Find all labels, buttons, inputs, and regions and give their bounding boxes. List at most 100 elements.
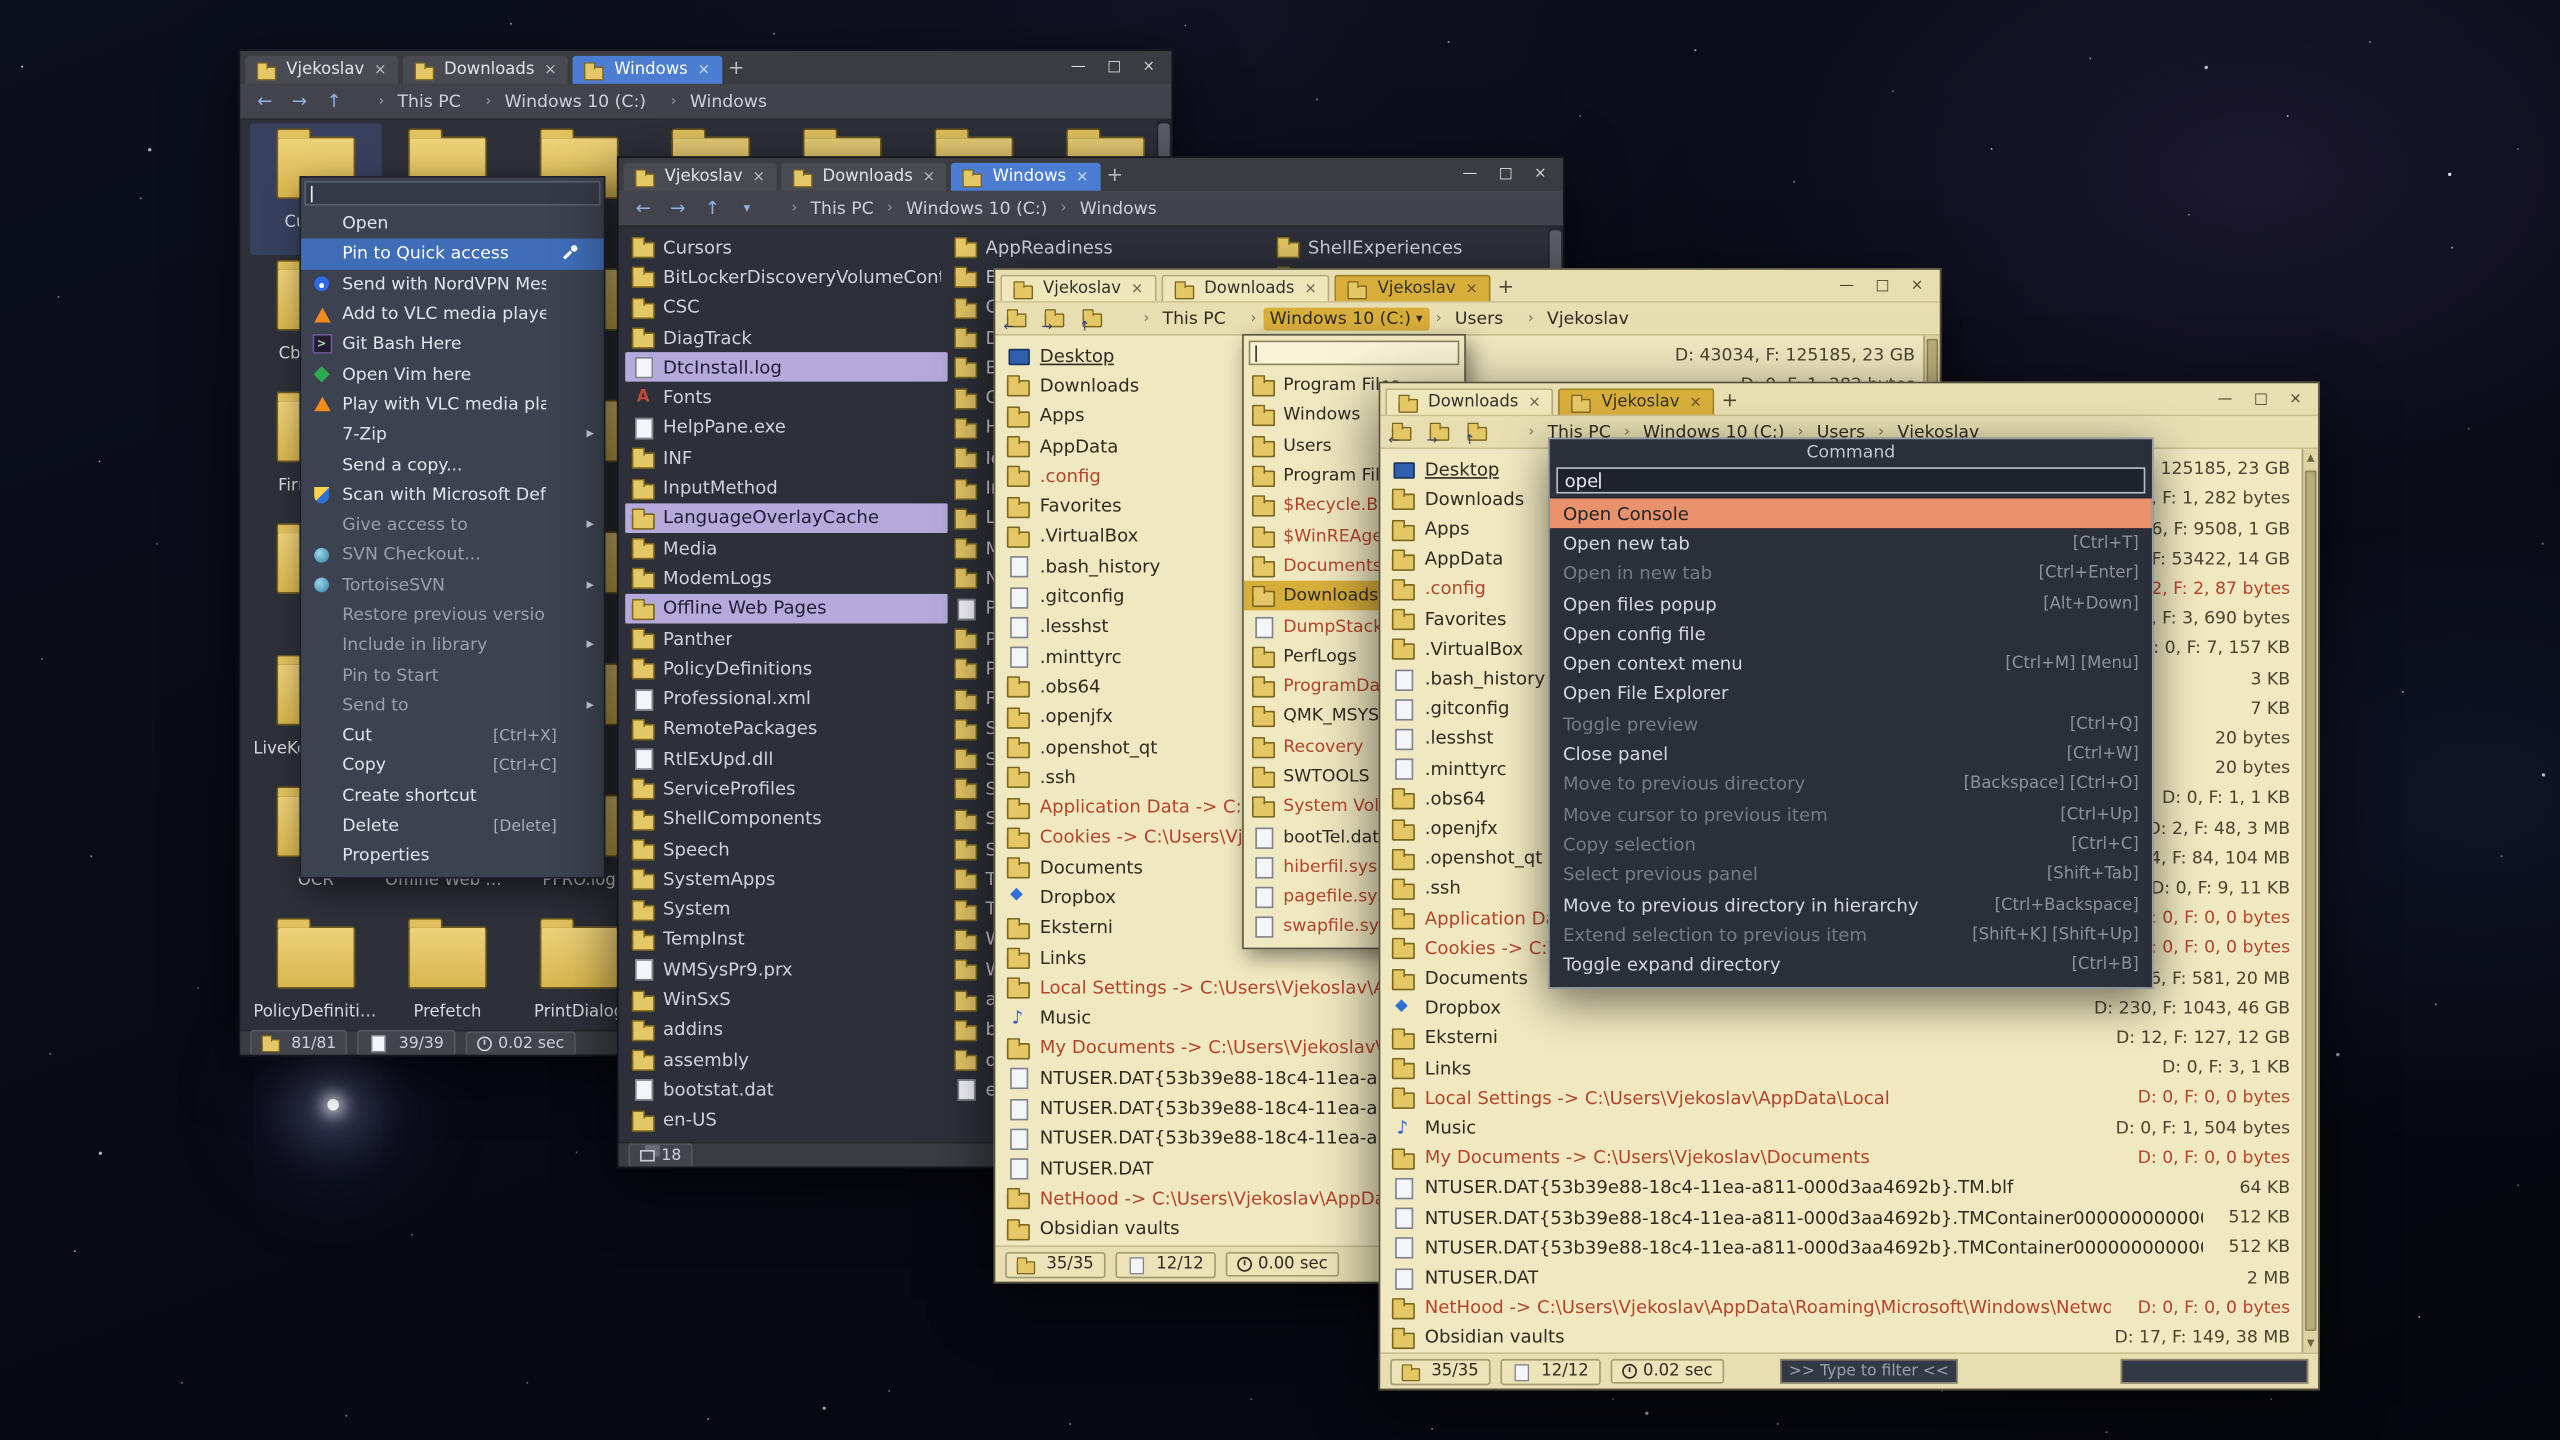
file-row[interactable]: WinSxS <box>625 985 947 1015</box>
context-menu-item[interactable]: 7-Zip ▸ <box>301 420 604 450</box>
palette-command-item[interactable]: Copy selection [Ctrl+C] <box>1550 830 2152 860</box>
file-row[interactable]: Cursors <box>625 232 947 262</box>
palette-command-item[interactable]: Open config file <box>1550 619 2152 649</box>
close-button[interactable]: × <box>1911 277 1923 293</box>
file-row[interactable]: DtcInstall.log <box>625 352 947 382</box>
palette-command-item[interactable]: Toggle expand directory [Ctrl+B] <box>1550 950 2152 980</box>
scroll-up-arrow[interactable]: ▲ <box>2303 449 2318 467</box>
tab[interactable]: Vjekoslav × <box>624 163 777 191</box>
forward-button[interactable]: → <box>665 197 691 218</box>
file-row[interactable]: Obsidian vaults D: 17, F: 149, 38 MB <box>1384 1323 2299 1353</box>
palette-command-item[interactable]: Select previous panel [Shift+Tab] <box>1550 860 2152 890</box>
context-menu-item[interactable]: Add to VLC media player's Playlist ▸ <box>301 299 604 329</box>
palette-command-item[interactable]: Close panel [Ctrl+W] <box>1550 739 2152 769</box>
up-button[interactable]: ↑ <box>1083 307 1113 330</box>
palette-command-item[interactable]: Open in new tab [Ctrl+Enter] <box>1550 559 2152 589</box>
breadcrumb-item[interactable]: This PC ▾ <box>391 90 479 113</box>
file-row[interactable]: ServiceProfiles <box>625 774 947 804</box>
breadcrumb-item[interactable]: Windows <box>1073 197 1163 220</box>
file-row[interactable]: LanguageOverlayCache <box>625 503 947 533</box>
file-row[interactable]: CSC <box>625 292 947 322</box>
breadcrumb-item[interactable]: This PC <box>804 197 880 220</box>
context-menu-item[interactable]: Restore previous versions ▸ <box>301 600 604 630</box>
file-row[interactable]: Media <box>625 533 947 563</box>
filter-input[interactable]: >> Type to filter << <box>1780 1359 1958 1384</box>
back-button[interactable]: ← <box>1392 420 1422 443</box>
file-row[interactable]: addins <box>625 1015 947 1045</box>
palette-command-item[interactable]: Open new tab [Ctrl+T] <box>1550 529 2152 559</box>
palette-command-item[interactable]: Open Console <box>1550 498 2152 528</box>
breadcrumb-item[interactable]: Users ▾ <box>1448 307 1521 330</box>
file-row[interactable]: en-US <box>625 1105 947 1135</box>
scroll-down-arrow[interactable]: ▼ <box>2303 1334 2318 1352</box>
context-menu-item[interactable]: Cut [Ctrl+X] ▸ <box>301 721 604 751</box>
file-row[interactable]: Dropbox D: 230, F: 1043, 46 GB <box>1384 993 2299 1023</box>
palette-command-item[interactable]: Move to previous directory [Backspace] [… <box>1550 769 2152 799</box>
context-menu-item[interactable]: Pin to Start ▸ <box>301 660 604 690</box>
context-menu-item[interactable]: SVN Checkout... ▸ <box>301 540 604 570</box>
tab[interactable]: Downloads × <box>1385 388 1554 414</box>
file-row[interactable]: Fonts <box>625 382 947 412</box>
context-menu-filter-input[interactable] <box>304 181 600 206</box>
forward-button[interactable]: → <box>286 90 312 111</box>
tab[interactable]: Downloads × <box>781 163 946 191</box>
file-row[interactable]: NTUSER.DAT{53b39e88-18c4-11ea-a811-000d3… <box>1384 1173 2299 1203</box>
file-row[interactable]: Music D: 0, F: 1, 504 bytes <box>1384 1113 2299 1143</box>
tab[interactable]: Vjekoslav × <box>1000 275 1156 301</box>
breadcrumb-item[interactable]: Windows 10 (C:) ▾ <box>1263 307 1429 330</box>
back-button[interactable]: ← <box>252 90 278 111</box>
context-menu-item[interactable]: Delete [Delete] ▸ <box>301 811 604 841</box>
context-menu-item[interactable]: Git Bash Here ▸ <box>301 329 604 359</box>
back-button[interactable]: ← <box>1007 307 1037 330</box>
file-row[interactable]: HelpPane.exe <box>625 413 947 443</box>
tab-close-icon[interactable]: × <box>923 169 935 185</box>
grid-folder-item[interactable]: Prefetch <box>382 913 514 1030</box>
file-row[interactable]: INF <box>625 443 947 473</box>
file-row[interactable]: Speech <box>625 834 947 864</box>
tab-close-icon[interactable]: × <box>1528 394 1540 410</box>
file-row[interactable]: InputMethod <box>625 473 947 503</box>
file-row[interactable]: NetHood -> C:\Users\Vjekoslav\AppData\Ro… <box>1384 1293 2299 1323</box>
palette-command-item[interactable]: Open File Explorer <box>1550 679 2152 709</box>
breadcrumb-item[interactable]: Windows 10 (C:) <box>899 197 1054 220</box>
history-dropdown-button[interactable]: ▾ <box>734 201 760 216</box>
new-tab-button[interactable]: + <box>1100 158 1130 191</box>
palette-command-item[interactable]: Open files popup [Alt+Down] <box>1550 589 2152 619</box>
context-menu-item[interactable]: Send with NordVPN Meshnet ▸ <box>301 269 604 299</box>
palette-command-item[interactable]: Extend selection to previous item [Shift… <box>1550 920 2152 950</box>
maximize-button[interactable]: □ <box>1875 277 1889 293</box>
file-row[interactable]: NTUSER.DAT{53b39e88-18c4-11ea-a811-000d3… <box>1384 1203 2299 1233</box>
context-menu-item[interactable]: TortoiseSVN ▸ <box>301 570 604 600</box>
breadcrumb-item[interactable]: This PC ▾ <box>1156 307 1244 330</box>
maximize-button[interactable]: □ <box>2254 391 2268 407</box>
minimize-button[interactable]: — <box>1462 166 1477 182</box>
file-row[interactable]: ModemLogs <box>625 563 947 593</box>
context-menu-item[interactable]: Scan with Microsoft Defender... ▸ <box>301 480 604 510</box>
grid-folder-item[interactable]: PolicyDefinitions <box>250 913 382 1030</box>
new-tab-button[interactable]: + <box>1715 383 1745 414</box>
file-row[interactable]: PolicyDefinitions <box>625 653 947 683</box>
file-row[interactable]: ShellExperiences <box>1270 232 1563 262</box>
tab-close-icon[interactable]: × <box>544 62 556 78</box>
file-row[interactable]: Professional.xml <box>625 684 947 714</box>
tab-close-icon[interactable]: × <box>1131 281 1143 297</box>
file-row[interactable]: TempInst <box>625 924 947 954</box>
close-button[interactable]: × <box>2289 391 2301 407</box>
new-tab-button[interactable]: + <box>1491 270 1521 301</box>
tab-close-icon[interactable]: × <box>752 169 764 185</box>
tab-close-icon[interactable]: × <box>374 62 386 78</box>
palette-command-item[interactable]: Move to previous directory in hierarchy … <box>1550 890 2152 920</box>
new-tab-button[interactable]: + <box>722 51 752 84</box>
file-row[interactable]: RemotePackages <box>625 714 947 744</box>
breadcrumb-item[interactable]: Vjekoslav ▾ <box>1540 307 1647 330</box>
context-menu-item[interactable]: Pin to Quick access ▸ <box>301 239 604 269</box>
scrollbar-thumb[interactable] <box>2305 471 2317 1331</box>
file-row[interactable]: WMSysPr9.prx <box>625 954 947 984</box>
forward-button[interactable]: → <box>1430 420 1460 443</box>
scrollbar[interactable]: ▲ ▼ <box>2302 449 2318 1352</box>
palette-command-item[interactable]: Open context menu [Ctrl+M] [Menu] <box>1550 649 2152 679</box>
tab-close-icon[interactable]: × <box>1689 394 1701 410</box>
file-row[interactable]: Eksterni D: 12, F: 127, 12 GB <box>1384 1023 2299 1053</box>
context-menu-item[interactable]: Create shortcut ▸ <box>301 781 604 811</box>
tab-close-icon[interactable]: × <box>1465 281 1477 297</box>
